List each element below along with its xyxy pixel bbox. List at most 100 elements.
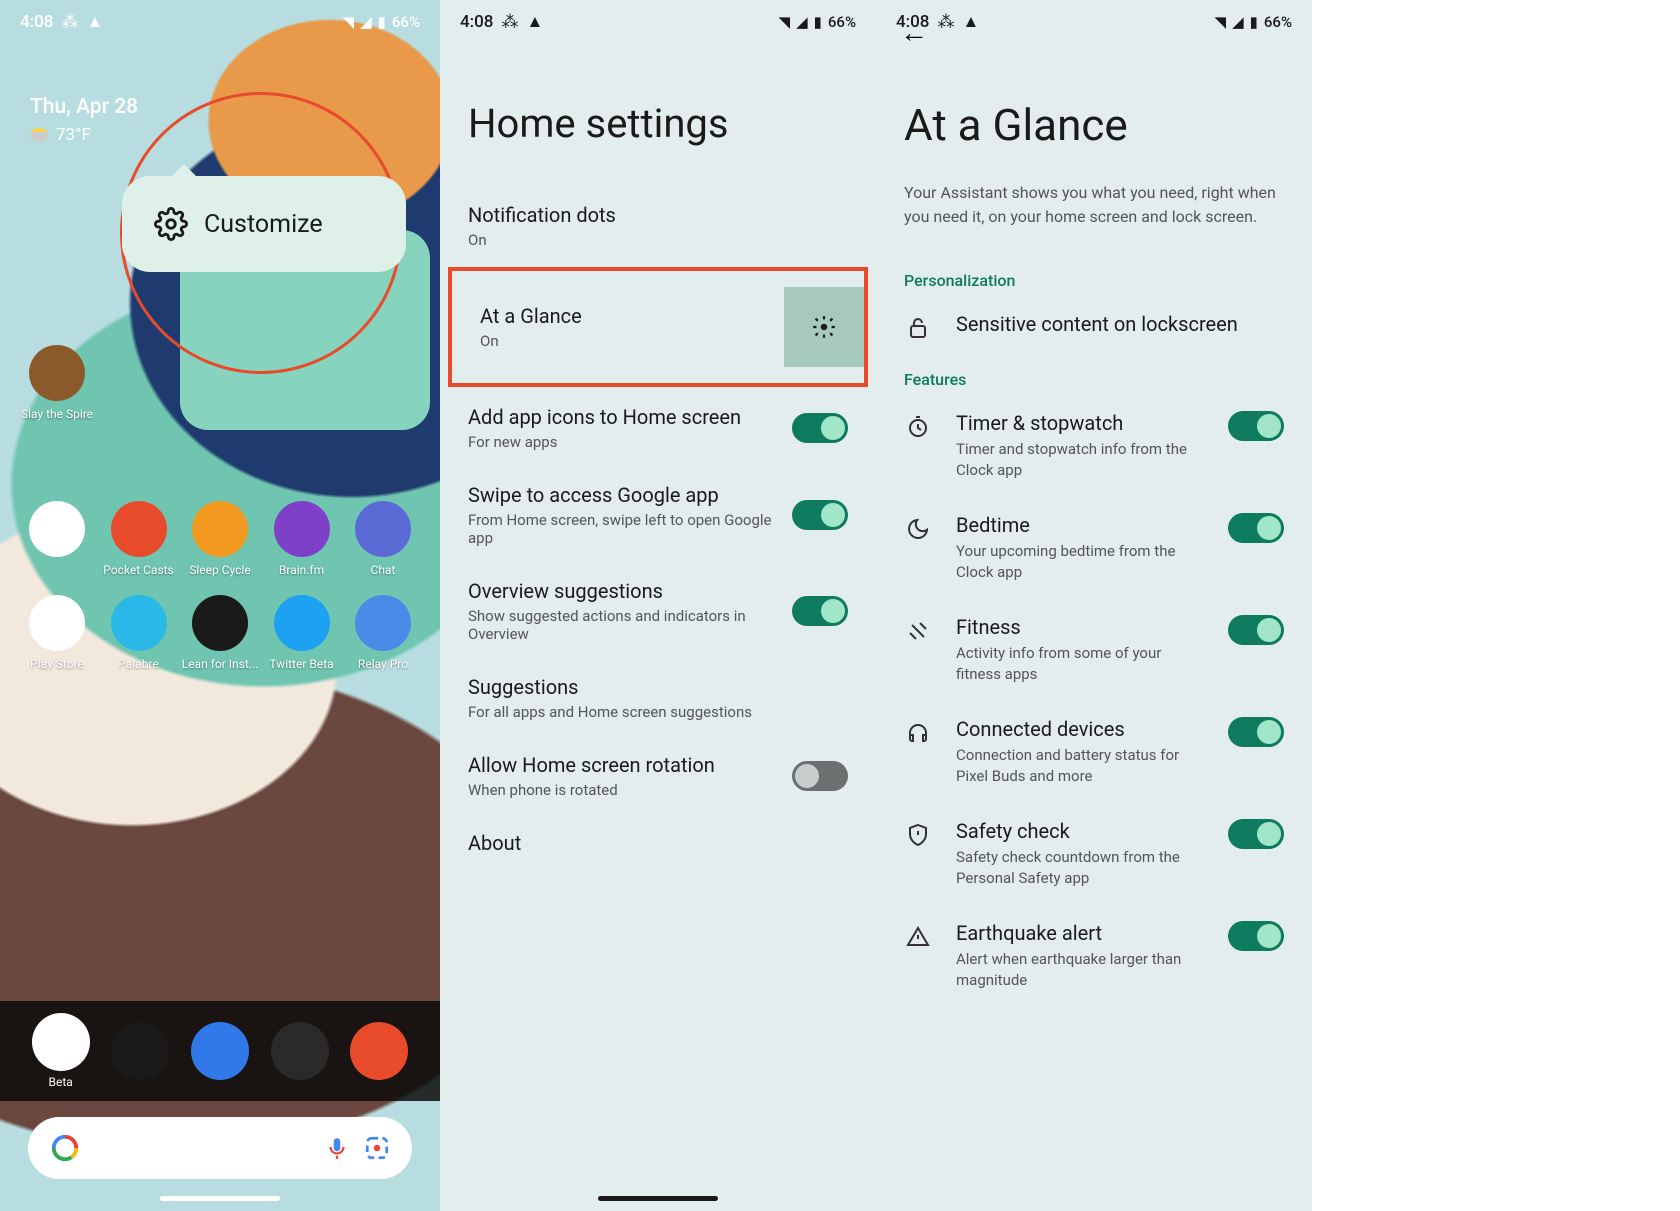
setting-allow-home-screen-rotation[interactable]: Allow Home screen rotationWhen phone is … [440,737,876,815]
dock-app[interactable] [271,1022,329,1080]
nav-handle[interactable] [598,1196,718,1201]
nav-icon: ▲ [526,12,543,32]
personalization-label: Personalization [876,259,1312,296]
battery-icon: ▮ [378,13,386,31]
app-brain.fm[interactable]: Brain.fm [267,501,337,577]
toggle[interactable] [792,413,848,443]
setting-subtitle: On [468,231,848,249]
app-icon [29,345,85,401]
feature-fitness[interactable]: FitnessActivity info from some of your f… [876,599,1312,701]
setting-swipe-to-access-google-app[interactable]: Swipe to access Google appFrom Home scre… [440,467,876,563]
feature-earthquake-alert[interactable]: Earthquake alertAlert when earthquake la… [876,905,1312,1007]
app-icon [350,1022,408,1080]
weather-icon [30,128,48,142]
setting-at-a-glance[interactable]: At a GlanceOn [448,267,868,387]
app-label: Palabre [118,657,159,671]
customize-popup[interactable]: Customize [122,176,406,272]
dock-app[interactable] [111,1022,169,1080]
signal-icon: ◢ [360,13,372,31]
google-icon [50,1133,80,1163]
signal-icon: ◢ [1232,13,1244,31]
gear-button[interactable] [784,287,864,367]
toggle[interactable] [1228,717,1284,747]
app-icon [355,595,411,651]
app-icon [111,595,167,651]
page-description: Your Assistant shows you what you need, … [876,181,1312,259]
app-lean-for-inst...[interactable]: Lean for Inst... [185,595,255,671]
search-bar[interactable] [28,1117,412,1179]
setting-title: Add app icons to Home screen [468,405,778,429]
app-icon [32,1013,90,1071]
toggle[interactable] [792,761,848,791]
app-sleep-cycle[interactable]: Sleep Cycle [185,501,255,577]
lock-icon [904,314,932,342]
dock-app[interactable] [191,1022,249,1080]
wifi-icon: ◥ [1215,13,1227,31]
gear-icon [154,207,188,241]
app-icon [274,595,330,651]
app-slay-the-spire[interactable]: Slay the Spire [22,345,92,421]
setting-overview-suggestions[interactable]: Overview suggestionsShow suggested actio… [440,563,876,659]
feature-bedtime[interactable]: BedtimeYour upcoming bedtime from the Cl… [876,497,1312,599]
app-label: Pocket Casts [103,563,174,577]
app-twitter-beta[interactable]: Twitter Beta [267,595,337,671]
setting-title: Swipe to access Google app [468,483,778,507]
toggle[interactable] [1228,819,1284,849]
app-label: Slay the Spire [21,407,93,421]
app-play-store[interactable]: Play Store [22,595,92,671]
feature-subtitle: Safety check countdown from the Personal… [956,847,1204,889]
at-a-glance-panel: 4:08⁂▲ ◥◢▮66% ← At a Glance Your Assista… [876,0,1312,1211]
features-label: Features [876,358,1312,395]
toggle[interactable] [1228,615,1284,645]
setting-title: Overview suggestions [468,579,778,603]
app-icon [29,595,85,651]
app-[interactable] [22,501,92,577]
app-label: Twitter Beta [269,657,333,671]
toggle[interactable] [1228,411,1284,441]
dock-app[interactable] [350,1022,408,1080]
toggle[interactable] [792,500,848,530]
app-icon [111,1022,169,1080]
app-chat[interactable]: Chat [348,501,418,577]
setting-add-app-icons-to-home-screen[interactable]: Add app icons to Home screenFor new apps [440,389,876,467]
timer-icon [904,413,932,441]
feature-timer-stopwatch[interactable]: Timer & stopwatchTimer and stopwatch inf… [876,395,1312,497]
setting-suggestions[interactable]: SuggestionsFor all apps and Home screen … [440,659,876,737]
dock-app[interactable]: Beta [32,1013,90,1089]
signal-icon: ◢ [796,13,808,31]
setting-notification-dots[interactable]: Notification dotsOn [440,187,876,265]
lens-icon[interactable] [364,1135,390,1161]
dock: Beta [0,1001,440,1101]
feature-subtitle: Timer and stopwatch info from the Clock … [956,439,1204,481]
home-settings-panel: 4:08⁂▲ ◥◢▮66% Home settings Notification… [440,0,876,1211]
app-relay-pro[interactable]: Relay Pro [348,595,418,671]
toggle[interactable] [792,596,848,626]
at-a-glance-widget[interactable]: Thu, Apr 28 73°F [30,95,138,145]
toggle[interactable] [1228,513,1284,543]
mic-icon[interactable] [324,1135,350,1161]
slack-icon: ⁂ [61,12,78,32]
wifi-icon: ◥ [343,13,355,31]
app-label: Play Store [30,657,84,671]
app-icon [191,1022,249,1080]
toggle[interactable] [1228,921,1284,951]
status-time: 4:08 [20,12,53,32]
app-icon [29,501,85,557]
app-label: Lean for Inst... [182,657,259,671]
feature-safety-check[interactable]: Safety check Safety check countdown from … [876,803,1312,905]
app-pocket-casts[interactable]: Pocket Casts [104,501,174,577]
sensitive-content-item[interactable]: Sensitive content on lockscreen [876,296,1312,358]
battery-icon: ▮ [814,13,822,31]
setting-about[interactable]: About [440,815,876,871]
app-label: Sleep Cycle [189,563,250,577]
feature-connected-devices[interactable]: Connected devicesConnection and battery … [876,701,1312,803]
setting-subtitle: When phone is rotated [468,781,778,799]
feature-title: Safety check [956,819,1204,843]
headphones-icon [904,719,932,747]
nav-handle[interactable] [160,1196,280,1201]
feature-title: Bedtime [956,513,1204,537]
sensitive-title: Sensitive content on lockscreen [956,312,1284,336]
app-icon [355,501,411,557]
battery-percent: 66% [392,13,420,31]
app-palabre[interactable]: Palabre [104,595,174,671]
